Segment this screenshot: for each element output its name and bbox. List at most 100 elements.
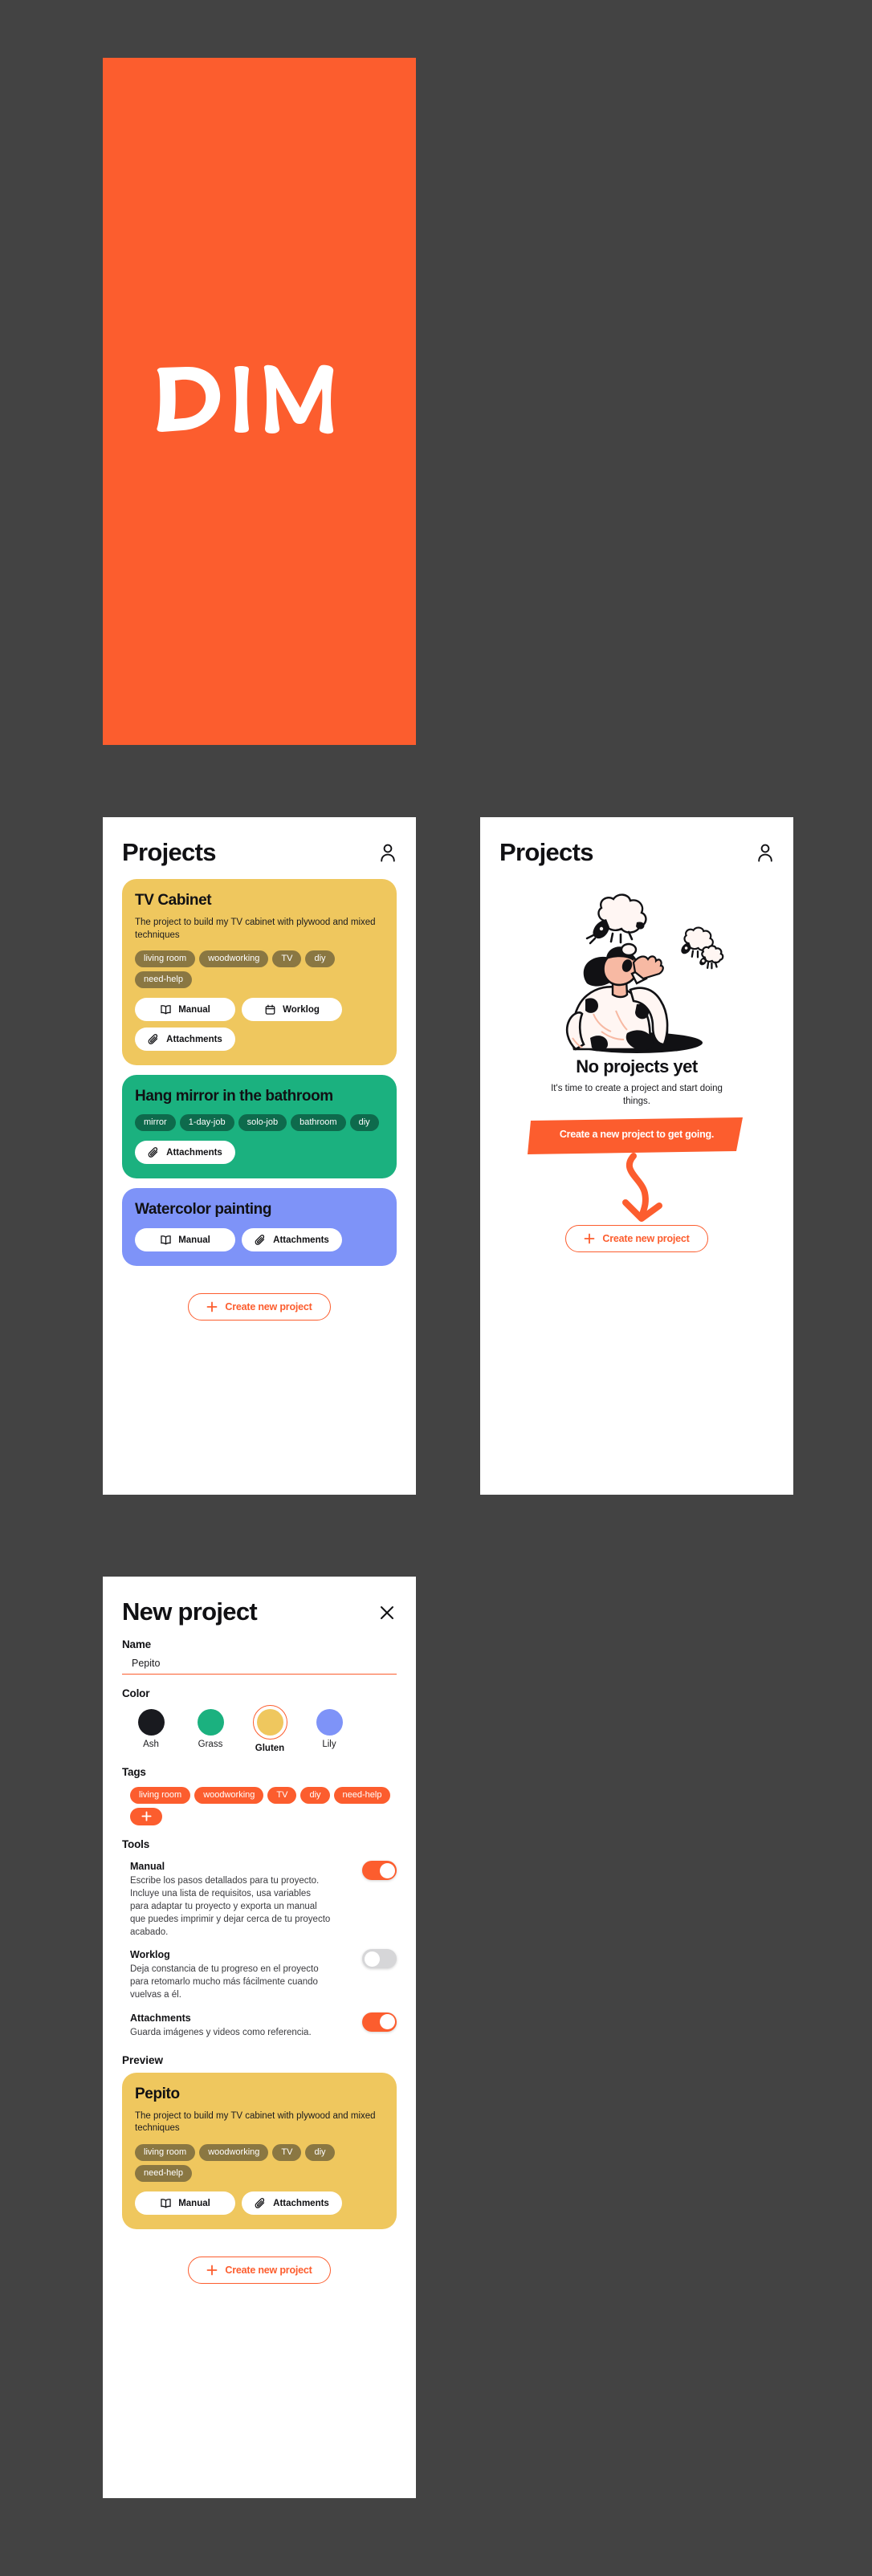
attachments-toggle[interactable] xyxy=(362,2012,397,2032)
tag[interactable]: living room xyxy=(130,1787,191,1805)
color-swatch-grass[interactable]: Grass xyxy=(189,1709,231,1753)
tag[interactable]: mirror xyxy=(135,1114,176,1132)
book-icon xyxy=(161,1235,171,1245)
worklog-button[interactable]: Worklog xyxy=(242,998,342,1022)
swatch-dot xyxy=(137,1709,165,1736)
swatch-dot xyxy=(316,1709,343,1736)
paperclip-icon xyxy=(255,2198,265,2208)
project-title: Hang mirror in the bathroom xyxy=(135,1088,333,1105)
tag[interactable]: woodworking xyxy=(199,950,269,968)
tag[interactable]: TV xyxy=(272,950,302,968)
toggle-knob xyxy=(364,1951,380,1967)
project-tool-list: Manual Attachments xyxy=(135,2191,384,2216)
project-tool-list: Manual Worklog Attachments xyxy=(135,998,384,1052)
tag[interactable]: need-help xyxy=(333,1787,391,1805)
tag[interactable]: diy xyxy=(349,1114,379,1132)
color-swatch-gluten[interactable]: Gluten xyxy=(249,1705,291,1753)
attachments-label: Attachments xyxy=(273,1235,329,1245)
plus-icon xyxy=(584,1233,595,1244)
tool-name: Attachments xyxy=(130,2012,191,2024)
tag-editor-list: living room woodworking TV diy need-help xyxy=(122,1787,397,1826)
tag: need-help xyxy=(135,2164,192,2183)
add-tag-button[interactable] xyxy=(130,1808,162,1826)
project-card[interactable]: Hang mirror in the bathroom mirror 1-day… xyxy=(122,1075,397,1179)
person-icon[interactable] xyxy=(756,843,774,862)
swatch-label: Grass xyxy=(198,1740,223,1749)
callout-with-arrow: Create a new project to get going. xyxy=(522,1116,752,1223)
project-title: TV Cabinet xyxy=(135,892,212,909)
page-title: New project xyxy=(122,1597,258,1626)
dim-logo-icon xyxy=(157,364,334,434)
tag[interactable]: solo-job xyxy=(238,1114,287,1132)
create-project-row: Create new project xyxy=(122,2239,397,2305)
empty-state-body: No projects yet It's time to create a pr… xyxy=(499,879,774,1273)
tag[interactable]: diy xyxy=(300,1787,330,1805)
manual-toggle[interactable] xyxy=(362,1861,397,1881)
create-new-project-button[interactable]: Create new project xyxy=(188,2257,331,2285)
projects-empty-screen: Projects No projects yet It's time to cr… xyxy=(480,817,793,1495)
page-title: Projects xyxy=(499,838,593,866)
color-label: Color xyxy=(122,1687,150,1699)
splash-screen xyxy=(103,58,416,745)
attachments-button[interactable]: Attachments xyxy=(242,1228,342,1252)
preview-project-card: Pepito The project to build my TV cabine… xyxy=(122,2072,397,2230)
tag[interactable]: TV xyxy=(267,1787,297,1805)
projects-list-screen: Projects TV Cabinet The project to build… xyxy=(103,817,416,1495)
book-icon xyxy=(161,2199,171,2208)
person-icon[interactable] xyxy=(379,843,397,862)
paperclip-icon xyxy=(255,1235,265,1246)
manual-button[interactable]: Manual xyxy=(135,998,235,1022)
projects-list-content: Projects TV Cabinet The project to build… xyxy=(103,817,416,1341)
project-card[interactable]: Watercolor painting Manual Attachments xyxy=(122,1188,397,1267)
attachments-label: Attachments xyxy=(166,1034,222,1044)
manual-button[interactable]: Manual xyxy=(135,1228,235,1252)
toggle-knob xyxy=(379,1862,395,1878)
tag[interactable]: 1-day-job xyxy=(179,1114,234,1132)
tool-row-manual: Manual Escribe los pasos detallados para… xyxy=(122,1861,397,1939)
create-new-project-button[interactable]: Create new project xyxy=(565,1225,708,1253)
project-tag-list: living room woodworking TV diy need-help xyxy=(135,950,384,989)
tag[interactable]: woodworking xyxy=(194,1787,264,1805)
close-icon[interactable] xyxy=(377,1603,397,1622)
create-project-row: Create new project xyxy=(522,1222,752,1273)
worklog-toggle[interactable] xyxy=(362,1949,397,1969)
tool-name: Worklog xyxy=(130,1949,170,1961)
swatch-label: Lily xyxy=(322,1740,336,1749)
manual-button: Manual xyxy=(135,2191,235,2216)
screenshot-canvas: Projects TV Cabinet The project to build… xyxy=(0,0,872,2576)
project-card[interactable]: TV Cabinet The project to build my TV ca… xyxy=(122,879,397,1066)
attachments-button[interactable]: Attachments xyxy=(135,1141,235,1165)
empty-state-headline: No projects yet xyxy=(576,1056,698,1076)
swatch-dot xyxy=(197,1709,224,1736)
paperclip-icon xyxy=(148,1147,158,1158)
projects-empty-content: Projects No projects yet It's time to cr… xyxy=(480,817,793,1273)
create-new-project-label: Create new project xyxy=(225,2265,312,2277)
create-new-project-button[interactable]: Create new project xyxy=(188,1293,331,1321)
person-counting-sheep-illustration xyxy=(565,893,724,1053)
swatch-label: Gluten xyxy=(255,1744,285,1753)
manual-label: Manual xyxy=(178,1004,210,1015)
tag: woodworking xyxy=(199,2143,269,2161)
tag[interactable]: living room xyxy=(135,950,196,968)
tag[interactable]: bathroom xyxy=(291,1114,346,1132)
tag[interactable]: need-help xyxy=(135,971,192,989)
name-input[interactable] xyxy=(122,1650,397,1675)
callout-text: Create a new project to get going. xyxy=(559,1129,715,1141)
attachments-button[interactable]: Attachments xyxy=(135,1028,235,1052)
tool-description: Guarda imágenes y videos como referencia… xyxy=(130,2027,312,2037)
color-swatch-ash[interactable]: Ash xyxy=(130,1709,172,1753)
tag: living room xyxy=(135,2143,196,2161)
tool-row-attachments: Attachments Guarda imágenes y videos com… xyxy=(122,2012,397,2040)
new-project-header: New project xyxy=(122,1599,397,1624)
page-title: Projects xyxy=(122,838,216,866)
name-label: Name xyxy=(122,1638,151,1650)
tag[interactable]: diy xyxy=(305,950,335,968)
create-new-project-label: Create new project xyxy=(225,1301,312,1313)
project-description: The project to build my TV cabinet with … xyxy=(135,2110,376,2134)
tool-description: Deja constancia de tu progreso en el pro… xyxy=(130,1964,319,2000)
swatch-selected-ring xyxy=(252,1705,287,1740)
plus-icon xyxy=(206,2265,218,2276)
tool-description: Escribe los pasos detallados para tu pro… xyxy=(130,1876,331,1937)
attachments-button: Attachments xyxy=(242,2191,342,2216)
color-swatch-lily[interactable]: Lily xyxy=(308,1709,350,1753)
